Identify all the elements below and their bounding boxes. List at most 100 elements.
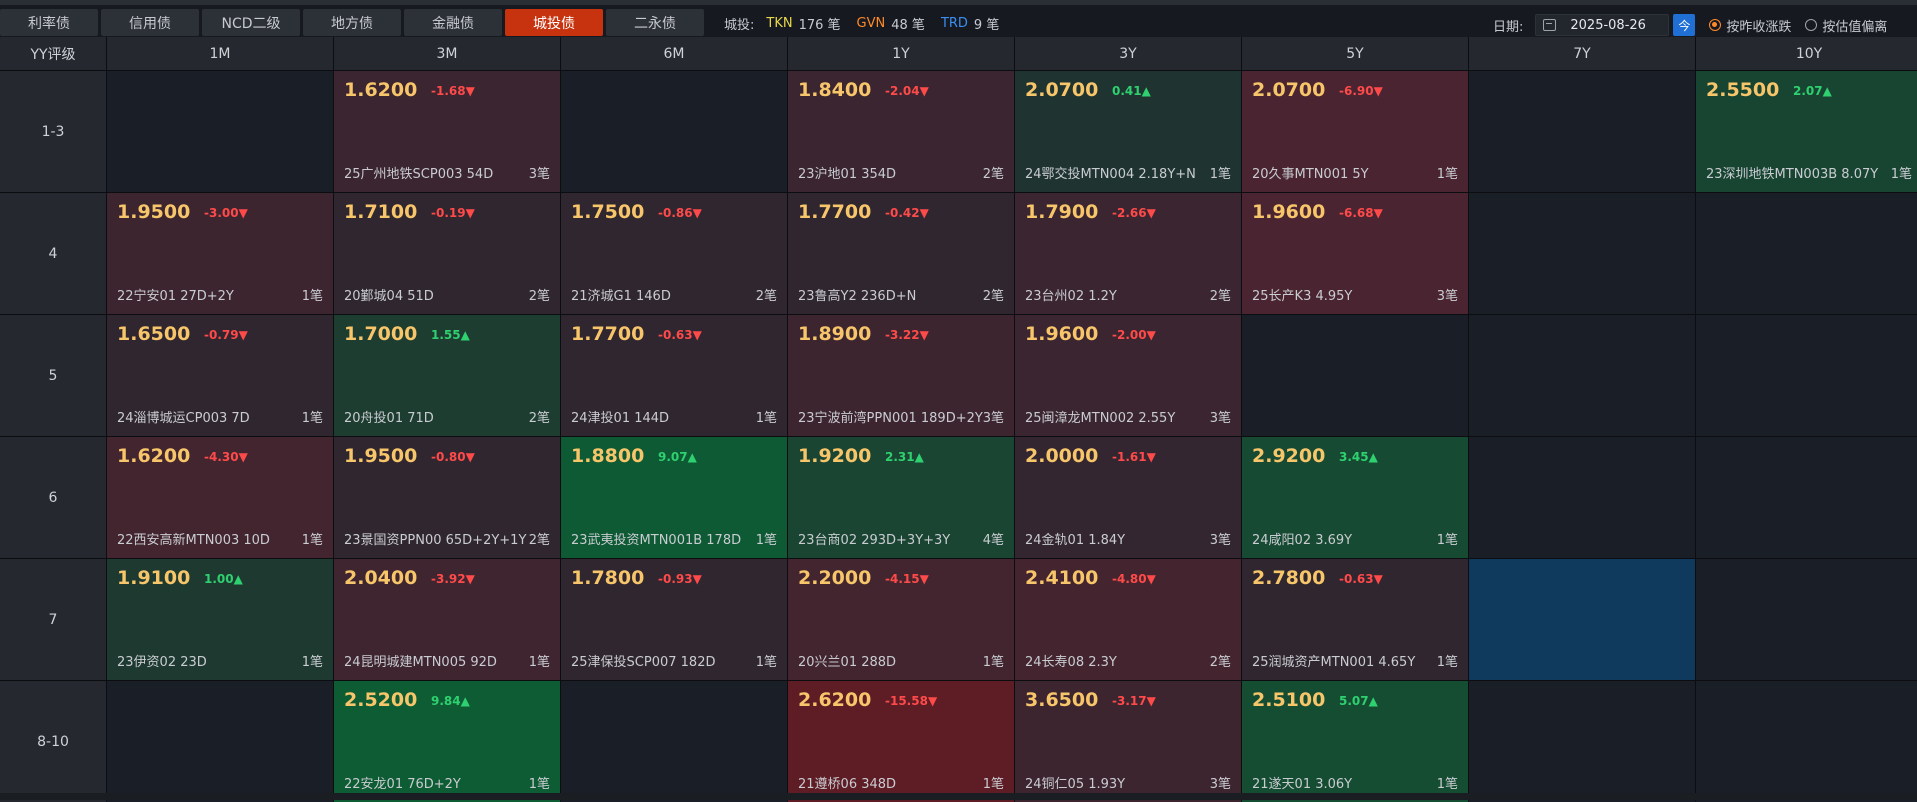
trade-count: 1笔 bbox=[1436, 533, 1458, 548]
radio-label: 按估值偏离 bbox=[1822, 19, 1888, 35]
quote-cell[interactable]: 2.6200 -15.58▼ 21遵桥06 348D 1笔 bbox=[788, 681, 1014, 802]
quote-cell[interactable]: 1.7100 -0.19▼ 20鄞城04 51D 2笔 bbox=[334, 193, 560, 314]
tenor-header-3m[interactable]: 3M bbox=[334, 37, 560, 70]
empty-cell[interactable] bbox=[561, 71, 787, 192]
tenor-header-6m[interactable]: 6M bbox=[561, 37, 787, 70]
tenor-header-7y[interactable]: 7Y bbox=[1469, 37, 1695, 70]
arrow-down-icon: ▼ bbox=[1373, 84, 1383, 98]
quote-cell[interactable]: 1.9500 -0.80▼ 23景国资PPN00 65D+2Y+1Y 2笔 bbox=[334, 437, 560, 558]
tab-4[interactable]: 金融债 bbox=[404, 9, 502, 36]
trade-count: 1笔 bbox=[1436, 167, 1458, 182]
empty-cell[interactable] bbox=[1469, 681, 1695, 802]
quote-cell[interactable]: 2.5100 5.07▲ 21遂天01 3.06Y 1笔 bbox=[1242, 681, 1468, 802]
tab-1[interactable]: 信用债 bbox=[101, 9, 199, 36]
change-value: 9.07▲ bbox=[658, 450, 697, 464]
quote-cell[interactable]: 1.6200 -1.68▼ 25广州地铁SCP003 54D 3笔 bbox=[334, 71, 560, 192]
quote-cell[interactable]: 1.7000 1.55▲ 20舟投01 71D 2笔 bbox=[334, 315, 560, 436]
radio-by-valuation-deviation[interactable]: 按估值偏离 bbox=[1805, 16, 1887, 35]
empty-cell[interactable] bbox=[561, 681, 787, 802]
bond-name: 25津保投SCP007 182D bbox=[571, 655, 716, 670]
trade-count: 4笔 bbox=[982, 533, 1004, 548]
quote-cell[interactable]: 1.7700 -0.42▼ 23鲁高Y2 236D+N 2笔 bbox=[788, 193, 1014, 314]
empty-cell[interactable] bbox=[1242, 315, 1468, 436]
quote-cell[interactable]: 1.8400 -2.04▼ 23沪地01 354D 2笔 bbox=[788, 71, 1014, 192]
empty-cell[interactable] bbox=[1696, 559, 1917, 680]
quote-cell[interactable]: 2.7800 -0.63▼ 25润城资产MTN001 4.65Y 1笔 bbox=[1242, 559, 1468, 680]
tab-6[interactable]: 二永债 bbox=[606, 9, 704, 36]
date-picker[interactable]: 2025-08-26 bbox=[1535, 14, 1670, 36]
quote-cell[interactable]: 2.0000 -1.61▼ 24金轨01 1.84Y 3笔 bbox=[1015, 437, 1241, 558]
radio-by-prev-close[interactable]: 按昨收涨跌 bbox=[1709, 16, 1791, 35]
quote-cell[interactable]: 1.7900 -2.66▼ 23台州02 1.2Y 2笔 bbox=[1015, 193, 1241, 314]
tenor-header-1y[interactable]: 1Y bbox=[788, 37, 1014, 70]
quote-cell[interactable]: 1.7700 -0.63▼ 24津投01 144D 1笔 bbox=[561, 315, 787, 436]
empty-cell[interactable] bbox=[1696, 315, 1917, 436]
empty-cell[interactable] bbox=[107, 681, 333, 802]
arrow-down-icon: ▼ bbox=[465, 84, 475, 98]
quote-cell[interactable]: 2.4100 -4.80▼ 24长寿08 2.3Y 2笔 bbox=[1015, 559, 1241, 680]
empty-cell[interactable] bbox=[1696, 681, 1917, 802]
yield-value: 1.7100 bbox=[344, 201, 418, 223]
change-number: -0.80 bbox=[431, 450, 466, 464]
quote-cell[interactable]: 3.6500 -3.17▼ 24铜仁05 1.93Y 3笔 bbox=[1015, 681, 1241, 802]
yield-value: 1.9500 bbox=[344, 445, 418, 467]
bond-name: 23台州02 1.2Y bbox=[1025, 289, 1117, 304]
change-number: -2.04 bbox=[885, 84, 920, 98]
quote-cell[interactable]: 2.2000 -4.15▼ 20兴兰01 288D 1笔 bbox=[788, 559, 1014, 680]
horizontal-scrollbar[interactable] bbox=[0, 793, 1917, 800]
yield-value: 2.6200 bbox=[798, 689, 872, 711]
arrow-down-icon: ▼ bbox=[927, 694, 938, 708]
quote-cell[interactable]: 1.9600 -2.00▼ 25闽漳龙MTN002 2.55Y 3笔 bbox=[1015, 315, 1241, 436]
quote-cell[interactable]: 1.6500 -0.79▼ 24淄博城运CP003 7D 1笔 bbox=[107, 315, 333, 436]
empty-cell[interactable] bbox=[107, 71, 333, 192]
empty-cell[interactable] bbox=[1696, 193, 1917, 314]
quote-cell[interactable]: 1.6200 -4.30▼ 22西安高新MTN003 10D 1笔 bbox=[107, 437, 333, 558]
rating-row-label: 5 bbox=[0, 315, 106, 436]
tab-0[interactable]: 利率债 bbox=[0, 9, 98, 36]
empty-cell[interactable] bbox=[1469, 193, 1695, 314]
tab-3[interactable]: 地方债 bbox=[303, 9, 401, 36]
quote-cell[interactable]: 2.0700 0.41▲ 24鄂交投MTN004 2.18Y+N 1笔 bbox=[1015, 71, 1241, 192]
quote-cell[interactable]: 2.5200 9.84▲ 22安龙01 76D+2Y 1笔 bbox=[334, 681, 560, 802]
empty-cell[interactable] bbox=[1469, 437, 1695, 558]
quote-cell[interactable]: 1.9600 -6.68▼ 25长产K3 4.95Y 3笔 bbox=[1242, 193, 1468, 314]
yield-value: 1.8900 bbox=[798, 323, 872, 345]
quote-cell[interactable]: 1.8800 9.07▲ 23武夷投资MTN001B 178D 1笔 bbox=[561, 437, 787, 558]
arrow-down-icon: ▼ bbox=[1146, 206, 1156, 220]
tab-2[interactable]: NCD二级 bbox=[202, 9, 300, 36]
empty-cell[interactable] bbox=[1469, 315, 1695, 436]
quote-cell[interactable]: 1.9500 -3.00▼ 22宁安01 27D+2Y 1笔 bbox=[107, 193, 333, 314]
yield-value: 1.8400 bbox=[798, 79, 872, 101]
selected-cell[interactable] bbox=[1469, 559, 1695, 680]
trade-count: 3笔 bbox=[982, 411, 1004, 426]
trd-count: 9 笔 bbox=[973, 18, 1000, 33]
quote-cell[interactable]: 1.7800 -0.93▼ 25津保投SCP007 182D 1笔 bbox=[561, 559, 787, 680]
yield-value: 1.7900 bbox=[1025, 201, 1099, 223]
trade-summary: 城投: TKN 176 笔 GVN 48 笔 TRD 9 笔 bbox=[724, 14, 1015, 33]
arrow-down-icon: ▼ bbox=[919, 572, 929, 586]
tenor-header-5y[interactable]: 5Y bbox=[1242, 37, 1468, 70]
today-button[interactable]: 今 bbox=[1673, 14, 1696, 36]
quote-cell[interactable]: 1.9100 1.00▲ 23伊资02 23D 1笔 bbox=[107, 559, 333, 680]
change-value: 5.07▲ bbox=[1339, 694, 1378, 708]
tenor-header-3y[interactable]: 3Y bbox=[1015, 37, 1241, 70]
trade-count: 1笔 bbox=[301, 655, 323, 670]
quote-cell[interactable]: 2.9200 3.45▲ 24咸阳02 3.69Y 1笔 bbox=[1242, 437, 1468, 558]
calendar-icon[interactable] bbox=[1543, 19, 1557, 31]
arrow-down-icon: ▼ bbox=[692, 572, 702, 586]
quote-cell[interactable]: 2.5500 2.07▲ 23深圳地铁MTN003B 8.07Y 1笔 bbox=[1696, 71, 1917, 192]
bond-name: 24咸阳02 3.69Y bbox=[1252, 533, 1353, 548]
bond-name: 24铜仁05 1.93Y bbox=[1025, 777, 1126, 792]
tenor-header-1m[interactable]: 1M bbox=[107, 37, 333, 70]
quote-cell[interactable]: 2.0400 -3.92▼ 24昆明城建MTN005 92D 1笔 bbox=[334, 559, 560, 680]
tab-5[interactable]: 城投债 bbox=[505, 9, 603, 36]
change-value: -2.04▼ bbox=[885, 84, 929, 98]
quote-cell[interactable]: 1.9200 2.31▲ 23台商02 293D+3Y+3Y 4笔 bbox=[788, 437, 1014, 558]
quote-cell[interactable]: 1.7500 -0.86▼ 21济城G1 146D 2笔 bbox=[561, 193, 787, 314]
quote-cell[interactable]: 2.0700 -6.90▼ 20久事MTN001 5Y 1笔 bbox=[1242, 71, 1468, 192]
tenor-header-10y[interactable]: 10Y bbox=[1696, 37, 1917, 70]
change-number: 0.41 bbox=[1112, 84, 1142, 98]
empty-cell[interactable] bbox=[1696, 437, 1917, 558]
empty-cell[interactable] bbox=[1469, 71, 1695, 192]
quote-cell[interactable]: 1.8900 -3.22▼ 23宁波前湾PPN001 189D+2Y 3笔 bbox=[788, 315, 1014, 436]
